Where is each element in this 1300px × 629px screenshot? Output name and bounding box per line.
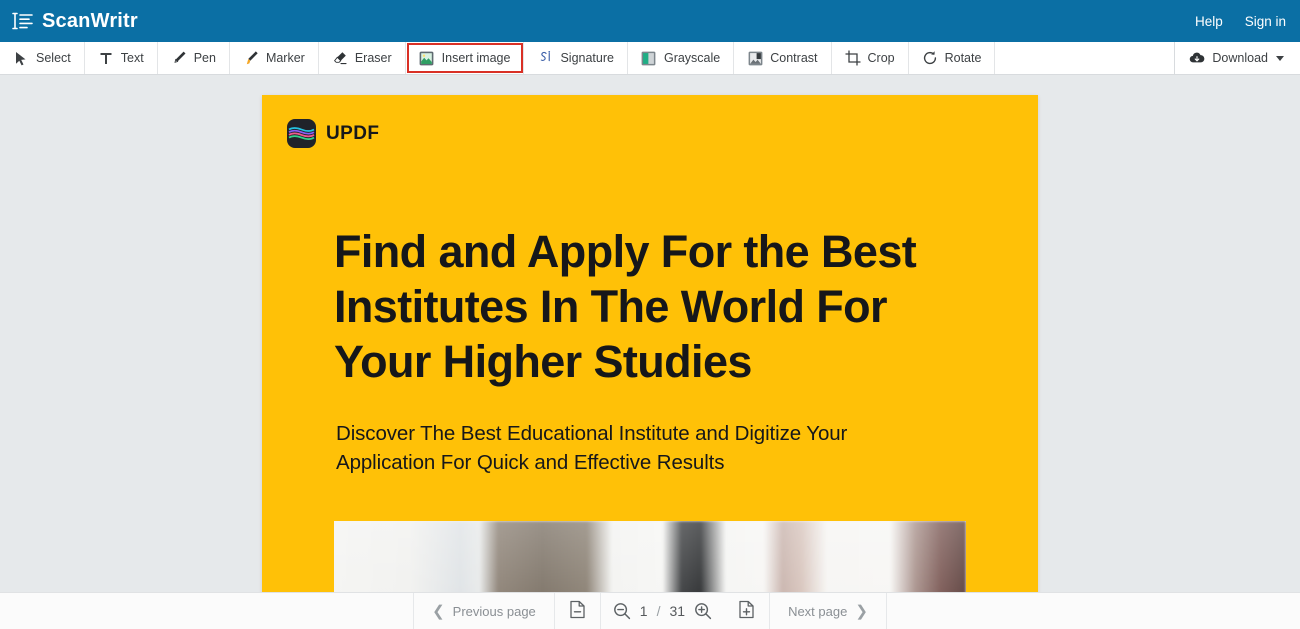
signature-icon	[537, 50, 553, 66]
marker-icon	[243, 50, 259, 66]
remove-page-button[interactable]	[555, 593, 601, 629]
download-label: Download	[1212, 51, 1268, 65]
zoom-in-button[interactable]	[694, 602, 712, 620]
pdf-page[interactable]: UPDF Find and Apply For the Best Institu…	[262, 95, 1038, 629]
text-cursor-lines-icon	[10, 10, 34, 32]
page-indicator: 1 / 31	[601, 593, 724, 629]
help-link[interactable]: Help	[1195, 14, 1223, 29]
document-subheading: Discover The Best Educational Institute …	[336, 419, 896, 477]
tool-select[interactable]: Select	[0, 42, 85, 74]
tool-text[interactable]: Text	[85, 42, 158, 74]
next-page-label: Next page	[788, 604, 847, 619]
brand[interactable]: ScanWritr	[10, 10, 138, 32]
crop-icon	[845, 50, 861, 66]
image-icon	[419, 50, 435, 66]
header-links: Help Sign in	[1195, 14, 1286, 29]
tool-label: Marker	[266, 51, 305, 65]
cursor-arrow-icon	[13, 50, 29, 66]
tool-eraser[interactable]: Eraser	[319, 42, 406, 74]
document-plus-icon	[738, 600, 755, 622]
app-header: ScanWritr Help Sign in	[0, 0, 1300, 42]
document-viewer[interactable]: UPDF Find and Apply For the Best Institu…	[0, 76, 1300, 629]
eraser-icon	[332, 50, 348, 66]
next-page-button[interactable]: Next page ❯	[770, 593, 887, 629]
zoom-out-button[interactable]	[613, 602, 631, 620]
grayscale-icon	[641, 50, 657, 66]
tool-label: Grayscale	[664, 51, 720, 65]
tool-marker[interactable]: Marker	[230, 42, 319, 74]
previous-page-label: Previous page	[453, 604, 536, 619]
tool-label: Select	[36, 51, 71, 65]
tool-label: Contrast	[770, 51, 817, 65]
chevron-right-icon: ❯	[855, 604, 868, 619]
document-heading: Find and Apply For the Best Institutes I…	[334, 224, 934, 389]
rotate-icon	[922, 50, 938, 66]
sign-in-link[interactable]: Sign in	[1245, 14, 1286, 29]
text-t-icon	[98, 50, 114, 66]
tool-grayscale[interactable]: Grayscale	[628, 42, 734, 74]
brand-name: ScanWritr	[42, 11, 138, 31]
toolbar-spacer	[995, 42, 1175, 74]
tool-crop[interactable]: Crop	[832, 42, 909, 74]
tool-label: Insert image	[442, 51, 511, 65]
pen-icon	[171, 50, 187, 66]
document-logo: UPDF	[262, 95, 1038, 148]
cloud-download-icon	[1189, 50, 1205, 66]
pager-inner: ❮ Previous page	[413, 593, 887, 629]
tool-insert-image[interactable]: Insert image	[406, 42, 525, 74]
total-page-count: 31	[669, 603, 685, 619]
chevron-left-icon: ❮	[432, 604, 445, 619]
tool-label: Text	[121, 51, 144, 65]
tool-pen[interactable]: Pen	[158, 42, 230, 74]
updf-logo-icon	[287, 119, 316, 148]
tool-label: Crop	[868, 51, 895, 65]
document-minus-icon	[569, 600, 586, 622]
tool-signature[interactable]: Signature	[524, 42, 628, 74]
tool-label: Eraser	[355, 51, 392, 65]
tool-rotate[interactable]: Rotate	[909, 42, 996, 74]
updf-logo-text: UPDF	[326, 123, 379, 145]
page-navigation-bar: ❮ Previous page	[0, 592, 1300, 629]
current-page-number[interactable]: 1	[640, 603, 648, 619]
tool-contrast[interactable]: Contrast	[734, 42, 831, 74]
chevron-down-icon	[1276, 56, 1284, 61]
page-separator: /	[657, 603, 661, 619]
download-button[interactable]: Download	[1175, 42, 1300, 74]
contrast-icon	[747, 50, 763, 66]
tool-label: Rotate	[945, 51, 982, 65]
add-page-button[interactable]	[724, 593, 770, 629]
tool-label: Pen	[194, 51, 216, 65]
tool-label: Signature	[560, 51, 614, 65]
previous-page-button[interactable]: ❮ Previous page	[413, 593, 555, 629]
editor-toolbar: Select Text Pen Marker	[0, 42, 1300, 75]
